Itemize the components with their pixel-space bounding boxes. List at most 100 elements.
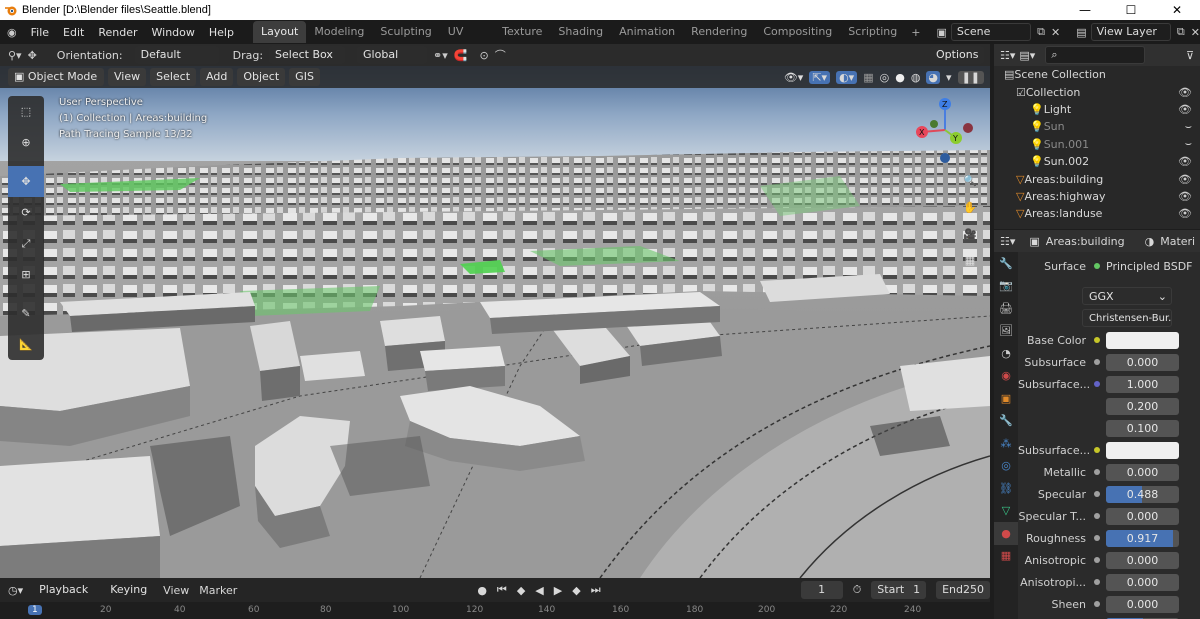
filter-icon[interactable]: ⊽ [1186, 49, 1194, 62]
modifier-tab-icon[interactable]: 🔧 [994, 410, 1018, 433]
subsurface-method-dropdown[interactable]: Christensen-Bur... [1082, 309, 1172, 327]
visibility-eye-icon[interactable]: 👁 [1178, 207, 1192, 220]
delete-scene-icon[interactable]: ✕ [1051, 26, 1060, 39]
scale-tool-icon[interactable]: ⤢ [8, 228, 44, 259]
gizmo-toggle-icon[interactable]: ⇱▾ [809, 70, 831, 84]
object-data-tab-icon[interactable]: ▽ [994, 500, 1018, 523]
copy-view-layer-icon[interactable]: ⧉ [1177, 25, 1185, 39]
current-frame-field[interactable]: 1 [800, 581, 843, 599]
tab-sculpting[interactable]: Sculpting [372, 21, 439, 43]
color-swatch[interactable] [1106, 331, 1179, 349]
display-mode-icon[interactable]: ▤▾ [1019, 49, 1035, 62]
prev-keyframe-icon[interactable]: ◆ [517, 584, 525, 597]
socket-icon[interactable] [1094, 579, 1100, 585]
outliner-row[interactable]: 💡 Sun.002 👁 [994, 153, 1200, 170]
distribution-dropdown[interactable]: GGX ⌄ [1082, 287, 1172, 305]
tool-icon[interactable]: ⚲▾ [8, 49, 22, 62]
viewport-menu-select[interactable]: Select [150, 68, 197, 86]
pause-render-button[interactable]: ❚❚ [957, 70, 984, 84]
annotate-tool-icon[interactable]: ✎ [8, 298, 44, 329]
object-tab-icon[interactable]: ▣ [994, 387, 1018, 410]
constraints-tab-icon[interactable]: ⛓ [994, 477, 1018, 500]
overlay-toggle-icon[interactable]: ◐▾ [836, 70, 858, 84]
tab-compositing[interactable]: Compositing [755, 21, 840, 43]
tool-tab-icon[interactable]: 🔧 [994, 252, 1018, 275]
transform-tool-icon[interactable]: ⊞ [8, 259, 44, 290]
socket-icon[interactable] [1094, 513, 1100, 519]
scene-tab-icon[interactable]: ◔ [994, 342, 1018, 365]
world-tab-icon[interactable]: ◉ [994, 365, 1018, 388]
visibility-eye-icon[interactable]: 👁 [1178, 173, 1192, 186]
property-value-field[interactable]: 0.000 [1106, 573, 1179, 591]
outliner-row[interactable]: ▽ Areas:highway 👁 [994, 188, 1200, 205]
measure-tool-icon[interactable]: 📐 [8, 329, 44, 360]
falloff-icon[interactable]: ⌒ [495, 47, 506, 63]
tab-modeling[interactable]: Modeling [306, 21, 372, 43]
outliner-row[interactable]: ▽ Areas:building 👁 [994, 170, 1200, 187]
rendered-shading-icon[interactable]: ◕ [926, 70, 941, 84]
marker-menu[interactable]: Marker [199, 584, 237, 597]
property-value-field[interactable]: 0.200 [1106, 397, 1179, 415]
zoom-icon[interactable]: 🔍 [958, 168, 982, 192]
stopwatch-icon[interactable]: ⏱ [853, 583, 862, 597]
outliner-row[interactable]: ▽ Areas:landuse 👁 [994, 205, 1200, 222]
property-value-field[interactable]: 0.000 [1106, 595, 1179, 613]
visibility-icon[interactable]: 👁▾ [784, 71, 804, 84]
socket-icon[interactable] [1094, 337, 1100, 343]
visibility-eye-icon[interactable]: 👁 [1178, 103, 1192, 116]
jump-start-icon[interactable]: ⏮ [497, 583, 507, 597]
tab-texture-paint[interactable]: Texture Paint [494, 21, 550, 60]
shading-options-icon[interactable]: ▾ [946, 71, 952, 84]
proportional-edit-icon[interactable]: ⊙ [479, 49, 488, 62]
socket-icon[interactable] [1094, 535, 1100, 541]
color-swatch[interactable] [1106, 441, 1179, 459]
property-value-field[interactable]: 0.000 [1106, 353, 1179, 371]
viewport-menu-gis[interactable]: GIS [289, 68, 320, 86]
move-icon[interactable]: ✥ [28, 49, 37, 62]
delete-view-layer-icon[interactable]: ✕ [1191, 26, 1200, 39]
physics-tab-icon[interactable]: ◎ [994, 455, 1018, 478]
visibility-eye-icon[interactable]: 👁 [1178, 155, 1192, 168]
tab-uv-editing[interactable]: UV Editing [440, 21, 494, 60]
menu-render[interactable]: Render [91, 26, 144, 39]
texture-tab-icon[interactable]: ▦ [994, 545, 1018, 568]
menu-window[interactable]: Window [145, 26, 202, 39]
menu-help[interactable]: Help [202, 26, 241, 39]
jump-end-icon[interactable]: ⏭ [591, 583, 601, 597]
xray-icon[interactable]: ▦ [863, 71, 873, 84]
drag-dropdown[interactable]: Select Box [269, 46, 346, 64]
surface-value[interactable]: Principled BSDF [1106, 260, 1193, 273]
rotate-tool-icon[interactable]: ⟳ [8, 197, 44, 228]
visibility-eye-icon[interactable]: 👁 [1178, 86, 1192, 99]
tab-rendering[interactable]: Rendering [683, 21, 755, 43]
tab-shading[interactable]: Shading [550, 21, 611, 43]
start-frame-field[interactable]: Start 1 [871, 581, 927, 599]
blender-menu-icon[interactable]: ◉ [0, 26, 24, 39]
playhead-frame[interactable]: 1 [28, 605, 42, 615]
socket-icon[interactable] [1094, 447, 1100, 453]
outliner-editor-icon[interactable]: ☷▾ [1000, 49, 1015, 62]
minimize-button[interactable]: — [1062, 0, 1108, 20]
play-reverse-icon[interactable]: ◀ [535, 584, 543, 597]
material-tab-icon[interactable]: ● [994, 522, 1018, 545]
outliner-row[interactable]: 💡 Sun.001 ⌣ [994, 136, 1200, 153]
property-value-field[interactable]: 0.100 [1106, 419, 1179, 437]
socket-icon[interactable] [1094, 557, 1100, 563]
socket-icon[interactable] [1094, 491, 1100, 497]
menu-edit[interactable]: Edit [56, 26, 91, 39]
play-icon[interactable]: ▶ [554, 584, 562, 597]
cursor-tool-icon[interactable]: ⊕ [8, 127, 44, 158]
select-box-tool-icon[interactable]: ⬚ [8, 96, 44, 127]
visibility-eye-icon[interactable]: 👁 [1178, 190, 1192, 203]
outliner-search-input[interactable]: ⌕ [1045, 46, 1146, 64]
snap-icon[interactable]: 🧲 [454, 49, 468, 62]
3d-viewport[interactable] [0, 66, 990, 578]
pan-hand-icon[interactable]: ✋ [958, 195, 982, 219]
maximize-button[interactable]: ☐ [1108, 0, 1154, 20]
add-workspace-button[interactable]: + [905, 26, 926, 39]
copy-scene-icon[interactable]: ⧉ [1037, 25, 1045, 39]
keying-menu[interactable]: Keying ▾ [104, 581, 153, 614]
outliner-row[interactable]: 💡 Light 👁 [994, 101, 1200, 118]
viewport-render[interactable] [0, 66, 990, 578]
property-value-field[interactable]: 0.000 [1106, 507, 1179, 525]
